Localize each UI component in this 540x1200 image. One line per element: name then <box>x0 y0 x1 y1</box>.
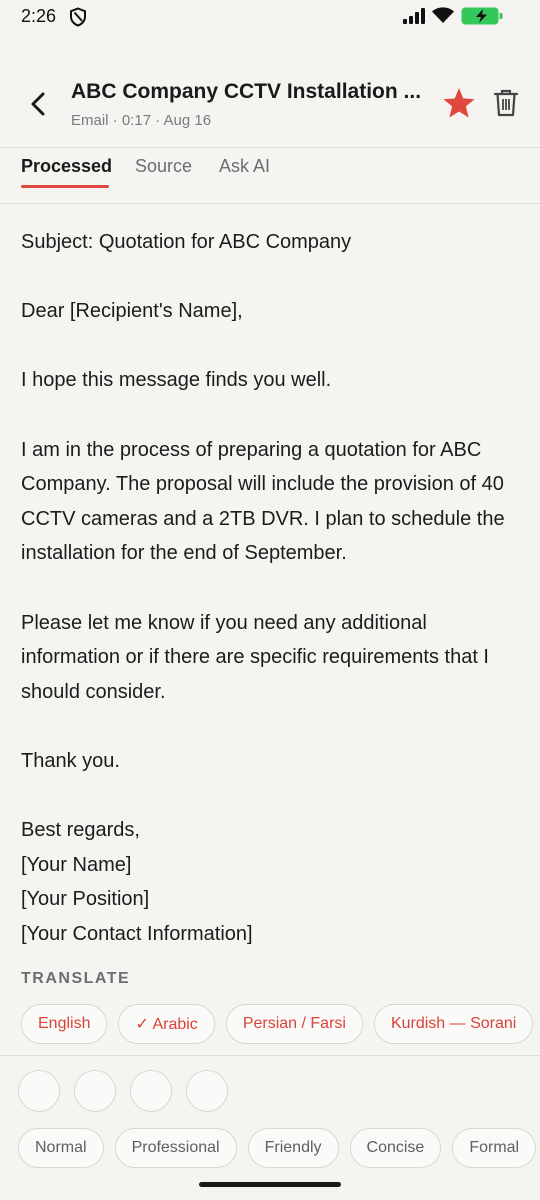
active-tab-indicator <box>21 185 109 188</box>
wifi-icon <box>432 7 454 23</box>
circle-button[interactable] <box>18 1070 60 1112</box>
tone-chip-professional[interactable]: Professional <box>114 1128 237 1168</box>
tab-source[interactable]: Source <box>135 156 192 177</box>
language-chip-arabic[interactable]: ✓ Arabic <box>118 1004 215 1044</box>
language-chip-kurdish[interactable]: Kurdish — Sorani <box>373 1004 534 1044</box>
language-chip-row[interactable]: English ✓ Arabic Persian / Farsi Kurdish… <box>21 1004 540 1046</box>
email-subject: Subject: Quotation for ABC Company <box>21 231 352 253</box>
circle-button[interactable] <box>130 1070 172 1112</box>
battery-icon <box>461 7 503 25</box>
email-signature-name: [Your Name] <box>21 853 132 876</box>
tone-chip-formal[interactable]: Formal <box>452 1128 537 1168</box>
screen: 2:26 ABC Company CCTV Installation ... E… <box>0 0 540 1200</box>
email-meta: Email · 0:17 · Aug 16 <box>71 112 212 129</box>
tab-processed[interactable]: Processed <box>21 156 112 177</box>
header-divider <box>0 147 540 148</box>
home-indicator[interactable] <box>199 1182 341 1187</box>
status-bar: 2:26 <box>0 0 540 36</box>
language-chip-persian[interactable]: Persian / Farsi <box>225 1004 363 1044</box>
back-button[interactable] <box>22 88 54 120</box>
tabs-divider <box>0 203 540 204</box>
circle-button-row <box>18 1070 228 1112</box>
back-arrow-icon <box>31 92 45 116</box>
tone-chip-friendly[interactable]: Friendly <box>247 1128 339 1168</box>
email-paragraph: Thank you. <box>21 749 120 772</box>
status-time: 2:26 <box>21 6 57 26</box>
email-body: Subject: Quotation for ABC Company Dear … <box>21 225 521 951</box>
circle-button[interactable] <box>74 1070 116 1112</box>
tab-bar: Processed Source Ask AI <box>0 150 540 202</box>
email-paragraph: Please let me know if you need any addit… <box>21 611 489 703</box>
email-greeting: Dear [Recipient's Name], <box>21 300 243 323</box>
email-paragraph: I hope this message finds you well. <box>21 369 332 392</box>
email-signature-contact: [Your Contact Information] <box>21 922 253 945</box>
star-icon[interactable] <box>442 86 476 120</box>
email-signature-position: [Your Position] <box>21 888 150 911</box>
circle-button[interactable] <box>186 1070 228 1112</box>
email-paragraph: I am in the process of preparing a quota… <box>21 438 505 565</box>
trash-icon[interactable] <box>492 88 520 118</box>
email-closing: Best regards, <box>21 819 140 842</box>
translate-label: TRANSLATE <box>21 970 131 987</box>
tone-chip-normal[interactable]: Normal <box>18 1128 104 1168</box>
shield-icon <box>70 7 86 27</box>
email-header: ABC Company CCTV Installation ... Email … <box>0 70 540 140</box>
toolbar-divider <box>0 1055 540 1056</box>
language-chip-english[interactable]: English <box>21 1004 108 1044</box>
tab-ask-ai[interactable]: Ask AI <box>219 156 270 177</box>
page-title: ABC Company CCTV Installation ... <box>71 80 422 103</box>
tone-chip-row[interactable]: Normal Professional Friendly Concise For… <box>18 1128 537 1170</box>
tone-chip-concise[interactable]: Concise <box>349 1128 442 1168</box>
signal-icon <box>403 8 425 24</box>
